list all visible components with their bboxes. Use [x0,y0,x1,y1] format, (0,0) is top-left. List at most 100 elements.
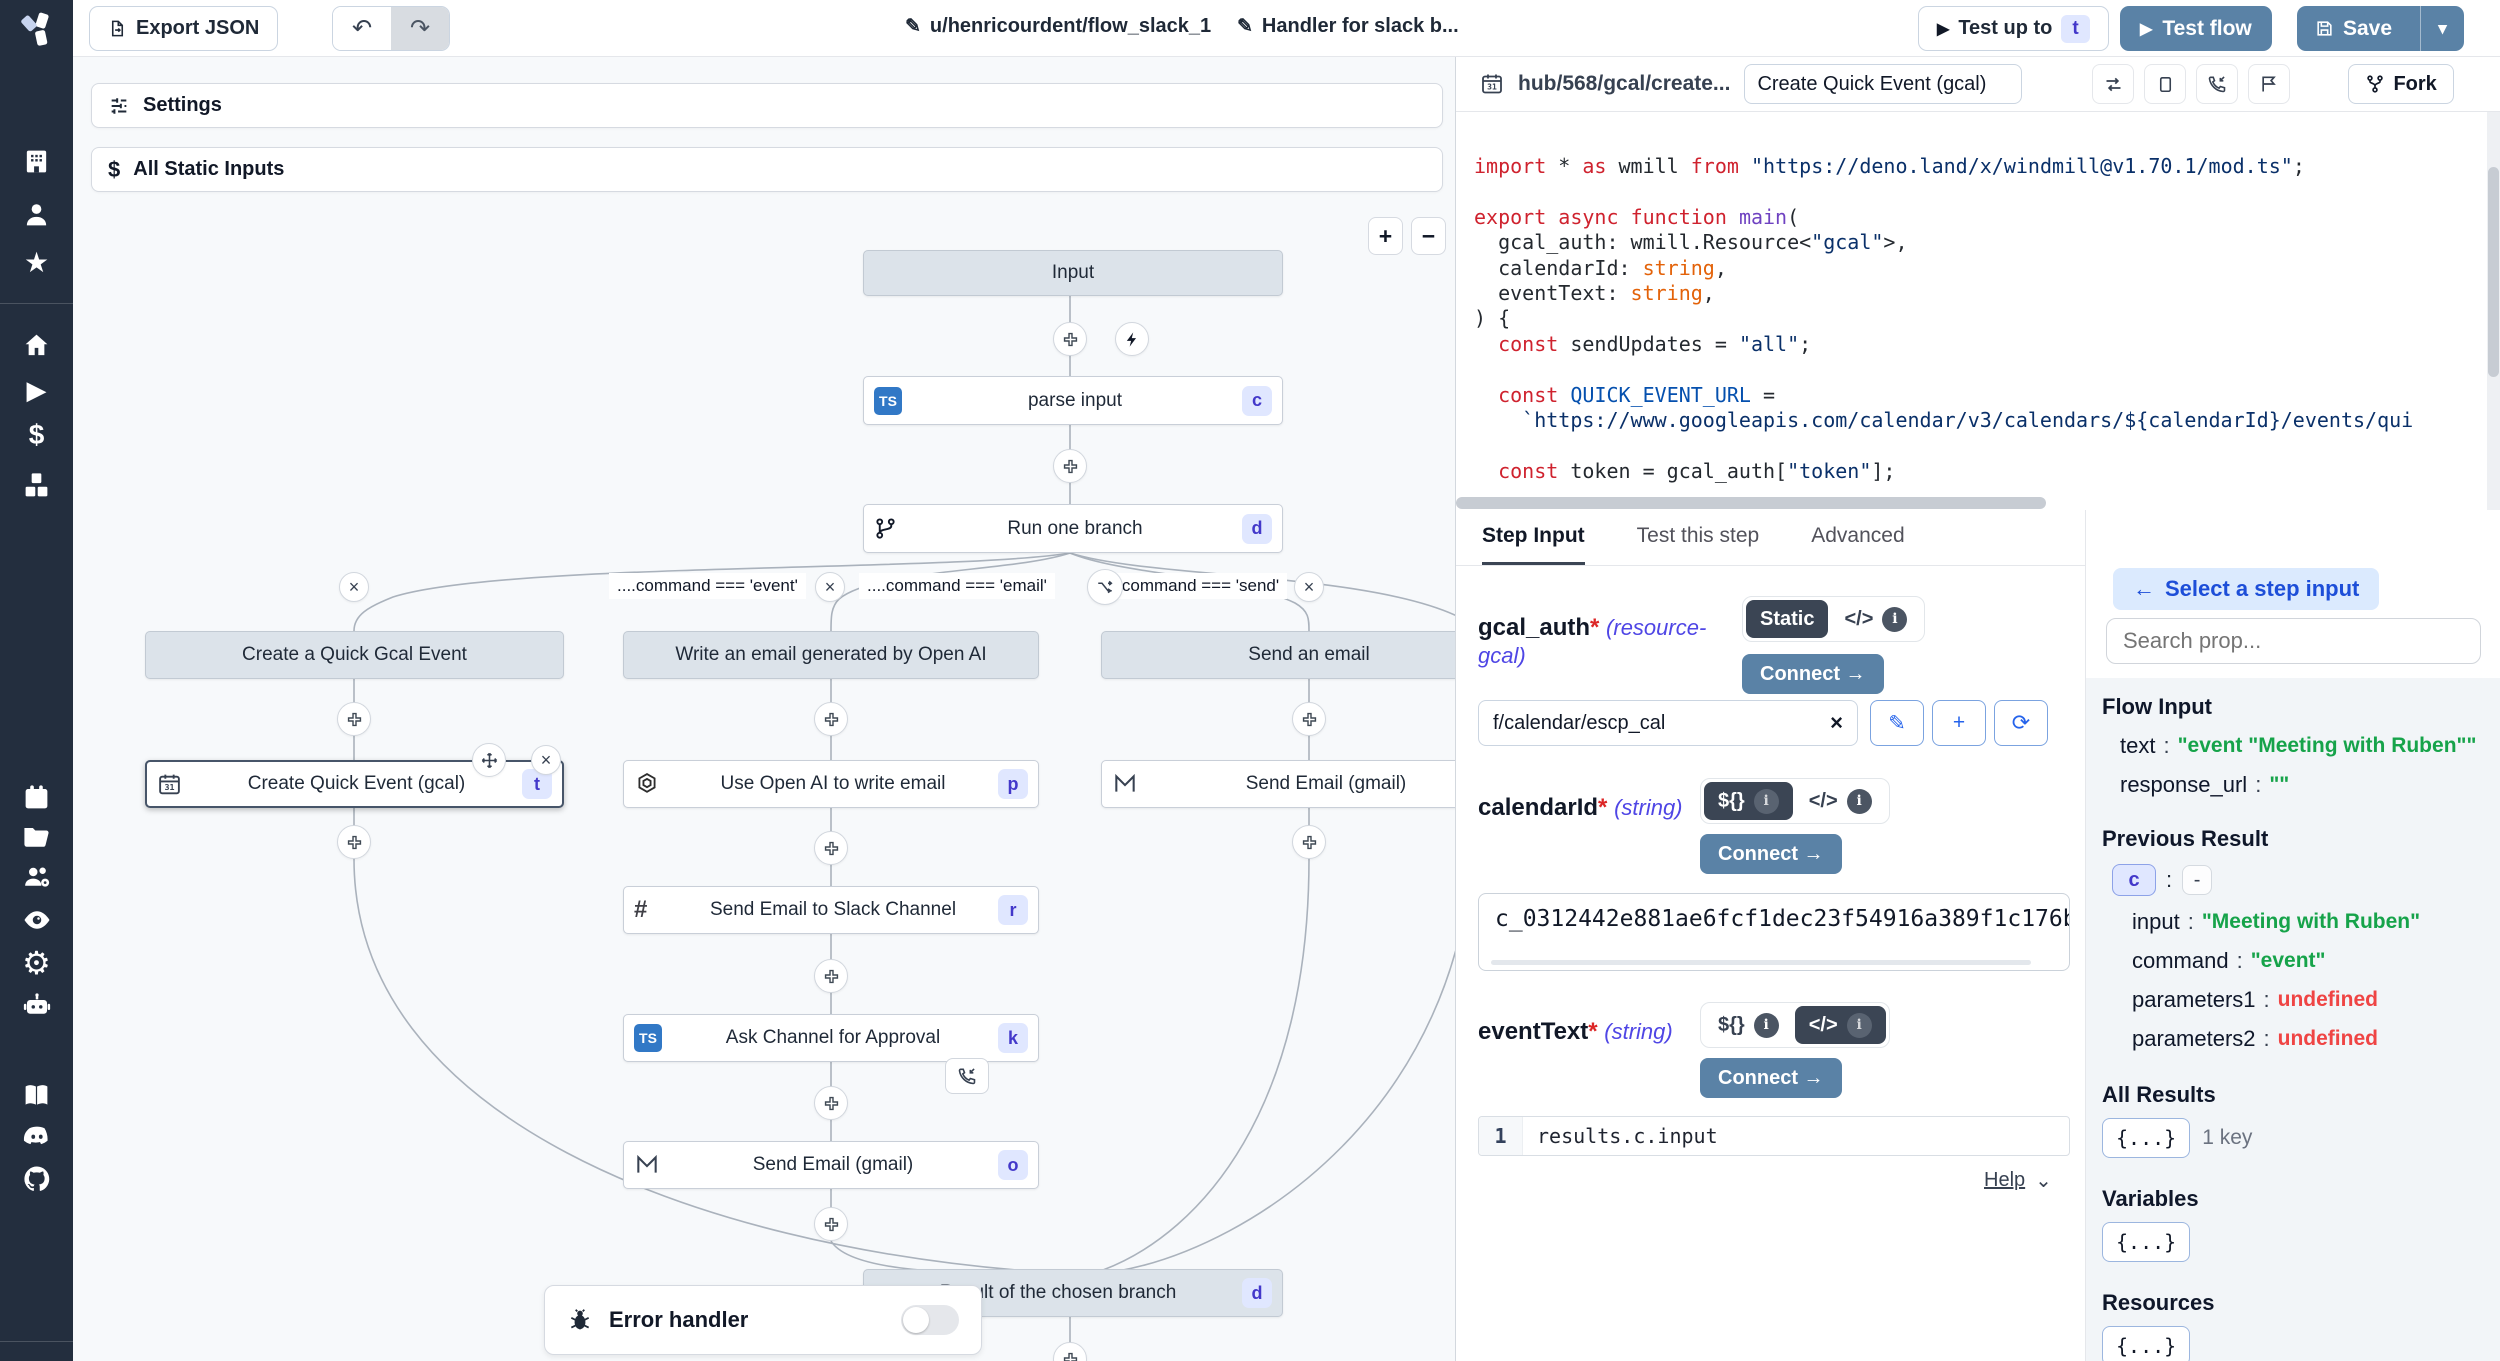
calendar-id-value-box[interactable]: c_0312442e881ae6fcf1dec23f54916a389f1c17… [1478,893,2070,971]
delete-step-button[interactable]: × [531,745,561,775]
clear-icon[interactable]: × [1830,710,1843,736]
add-step-button[interactable] [1292,702,1326,736]
flow-branch-header-email[interactable]: Write an email generated by Open AI [623,631,1039,679]
flow-node-ask-approval[interactable]: TS Ask Channel for Approval k [623,1014,1039,1062]
add-step-button[interactable] [337,702,371,736]
code-mode-option[interactable]: </>i [1830,600,1921,638]
add-step-button[interactable] [814,1207,848,1241]
flow-node-input[interactable]: Input [863,250,1283,296]
tab-test-this-step[interactable]: Test this step [1637,524,1760,565]
prop-row[interactable]: response_url: "" [2120,772,2500,798]
flow-node-send-email-gmail-top[interactable]: Send Email (gmail) [1101,760,1456,808]
zoom-out-button[interactable]: − [1411,217,1446,255]
search-prop-input[interactable] [2106,618,2481,664]
github-icon[interactable] [0,1159,73,1199]
suspend-step-button[interactable] [945,1058,989,1094]
workspace-icon[interactable] [0,141,73,181]
delete-branch-button[interactable]: × [339,572,369,602]
event-text-connect-button[interactable]: Connect → [1700,1058,1842,1098]
resources-object-button[interactable]: {...} [2102,1326,2190,1361]
mobile-view-button[interactable] [2144,64,2186,104]
save-button[interactable]: Save [2297,6,2410,51]
fork-button[interactable]: Fork [2348,64,2453,104]
add-step-button[interactable] [814,959,848,993]
add-step-button[interactable] [337,825,371,859]
test-flow-button[interactable]: ▶ Test flow [2120,6,2272,51]
branch-condition-label[interactable]: ....command === 'email' [859,573,1055,599]
code-editor[interactable]: import * as wmill from "https://deno.lan… [1456,112,2500,510]
move-step-handle[interactable] [472,743,506,777]
suspend-settings-button[interactable] [2196,64,2238,104]
code-mode-option[interactable]: </>i [1795,782,1886,820]
audit-eye-icon[interactable] [0,900,73,940]
gcal-auth-connect-button[interactable]: Connect → [1742,654,1884,694]
sleep-settings-button[interactable] [2248,64,2290,104]
delete-branch-button[interactable]: × [1294,572,1324,602]
vertical-scrollbar[interactable] [2488,167,2499,377]
flow-node-send-email-gmail[interactable]: Send Email (gmail) o [623,1141,1039,1189]
branch-condition-label[interactable]: ....command === 'send' [1095,573,1287,599]
add-step-button[interactable] [1053,449,1087,483]
flow-path-breadcrumb[interactable]: ✎ u/henricourdent/flow_slack_1 [905,15,1211,38]
flow-node-parse-input[interactable]: TS parse input c [863,376,1283,425]
settings-gear-icon[interactable]: ⚙ [0,943,73,983]
add-step-button[interactable] [1053,322,1087,356]
workers-robot-icon[interactable] [0,985,73,1025]
runs-icon[interactable]: ▶ [0,370,73,410]
add-resource-button[interactable]: + [1932,700,1986,746]
variables-icon[interactable]: $ [0,415,73,455]
tab-step-input[interactable]: Step Input [1482,524,1585,565]
flow-node-send-slack[interactable]: # Send Email to Slack Channel r [623,886,1039,934]
zoom-in-button[interactable]: + [1368,217,1403,255]
trigger-button[interactable] [1115,322,1149,356]
tab-advanced[interactable]: Advanced [1811,524,1904,565]
delete-branch-button[interactable]: × [815,572,845,602]
add-step-button[interactable] [814,831,848,865]
template-mode-option[interactable]: ${}i [1704,1006,1793,1044]
flow-node-run-one-branch[interactable]: Run one branch d [863,504,1283,553]
flow-branch-header-gcal[interactable]: Create a Quick Gcal Event [145,631,564,679]
schedules-icon[interactable] [0,777,73,817]
test-up-to-button[interactable]: ▶ Test up to t [1918,6,2109,51]
prop-row[interactable]: parameters1: undefined [2132,987,2500,1013]
home-icon[interactable] [0,325,73,365]
template-mode-option[interactable]: ${}i [1704,782,1793,820]
select-step-input-button[interactable]: ← Select a step input [2113,568,2379,610]
horizontal-scrollbar[interactable] [1456,497,2046,509]
prop-row[interactable]: text: "event "Meeting with Ruben"" [2120,733,2500,759]
help-link[interactable]: Help ⌄ [1984,1168,2052,1193]
edit-resource-button[interactable]: ✎ [1870,700,1924,746]
folders-icon[interactable] [0,816,73,856]
calendar-id-connect-button[interactable]: Connect → [1700,834,1842,874]
windmill-logo[interactable] [0,0,73,57]
flow-branch-header-send[interactable]: Send an email [1101,631,1456,679]
restart-script-button[interactable] [2092,64,2134,104]
redo-button[interactable]: ↷ [391,7,449,50]
prop-row[interactable]: parameters2: undefined [2132,1026,2500,1052]
code-mode-option[interactable]: </>i [1795,1006,1886,1044]
docs-book-icon[interactable] [0,1075,73,1115]
groups-icon[interactable] [0,857,73,897]
save-dropdown-button[interactable]: ▾ [2420,6,2464,51]
discord-icon[interactable] [0,1117,73,1157]
static-mode-option[interactable]: Static [1746,600,1828,638]
prop-row[interactable]: command: "event" [2132,948,2500,974]
export-json-button[interactable]: Export JSON [89,6,278,51]
add-step-button[interactable] [1292,825,1326,859]
error-handler-toggle[interactable] [901,1305,959,1335]
move-branch-button[interactable] [1087,569,1123,605]
flow-summary-breadcrumb[interactable]: ✎ Handler for slack b... [1237,15,1459,38]
all-results-object-button[interactable]: {...} [2102,1118,2190,1158]
gcal-auth-resource-input[interactable]: f/calendar/escp_cal × [1478,700,1858,746]
add-step-button[interactable] [814,1086,848,1120]
flow-settings-bar[interactable]: Settings [91,83,1443,128]
undo-button[interactable]: ↶ [333,7,391,50]
collapse-button[interactable]: - [2182,865,2212,895]
prop-row[interactable]: input: "Meeting with Ruben" [2132,909,2500,935]
resources-icon[interactable] [0,465,73,505]
variables-object-button[interactable]: {...} [2102,1222,2190,1262]
step-name-input[interactable] [1744,64,2022,104]
event-text-expression-editor[interactable]: 1 results.c.input [1478,1116,2070,1156]
step-id-badge[interactable]: c [2112,864,2156,896]
add-step-button[interactable] [814,702,848,736]
